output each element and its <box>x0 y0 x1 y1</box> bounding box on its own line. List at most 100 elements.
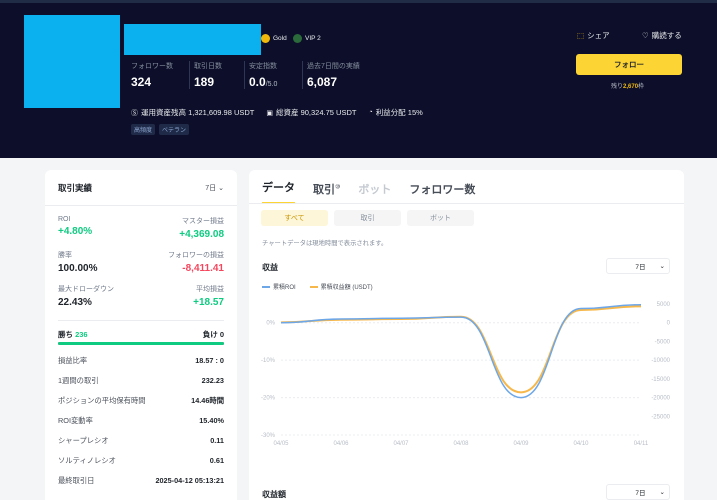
aum-text: 運用資産残高 1,321,609.98 USDT <box>141 108 255 117</box>
losses-label: 負け <box>202 330 218 339</box>
wins-label: 勝ち <box>58 330 73 339</box>
y-left-tick: -30% <box>261 433 276 439</box>
tab-bar: データ 取引⑩ ボット フォロワー数 <box>262 179 475 204</box>
performance-title: 取引実績 <box>58 182 93 193</box>
profit-share-text: 利益分配 15% <box>375 108 423 117</box>
stat-stability: 安定指数 0.0/5.0 <box>244 61 302 89</box>
x-tick: 04/08 <box>453 441 469 447</box>
chart-legend: 累積ROI 累積収益額 (USDT) <box>262 282 373 291</box>
stat-row: ポジションの平均保有時間 14.46時間 <box>58 396 224 406</box>
master-pnl-label: マスター損益 <box>182 218 224 225</box>
stat-row: 損益比率 18.57 : 0 <box>58 356 224 366</box>
stat-value-main: 0.0 <box>249 75 266 89</box>
x-tick: 04/07 <box>393 441 409 447</box>
stat-row: 1週間の取引 232.23 <box>58 376 224 386</box>
stat-value: 324 <box>131 75 152 89</box>
legend-roi-swatch <box>262 285 270 288</box>
heart-icon: ♡ <box>642 31 649 40</box>
profit-amount-period-select[interactable]: 7日 ⌄ <box>606 484 670 500</box>
tab-divider <box>249 203 684 204</box>
losses-value: 0 <box>219 330 224 339</box>
y-right-tick: 0 <box>667 321 671 327</box>
tag: 高頻度 <box>131 124 156 135</box>
subtab-trades[interactable]: 取引 <box>334 210 401 226</box>
tab-trades-label: 取引 <box>313 184 335 196</box>
stat-row: ROI変動率 15.40% <box>58 416 224 426</box>
roi-series-line <box>280 303 642 399</box>
share-button[interactable]: ⬚ シェア <box>577 30 610 41</box>
stat-label: 安定指数 <box>249 63 277 70</box>
win-loss-track <box>58 342 224 345</box>
vip-badge-label: VIP 2 <box>305 35 321 42</box>
y-right-tick: -10000 <box>651 358 670 364</box>
avatar <box>24 15 120 108</box>
win-loss-row: 勝ち 236 負け 0 <box>58 320 224 340</box>
tab-followers[interactable]: フォロワー数 <box>409 181 475 204</box>
stat-row-label: シャープレシオ <box>58 436 109 445</box>
subtab-all[interactable]: すべて <box>261 210 328 226</box>
dollar-icon: Ⓢ <box>131 109 138 117</box>
profit-title: 収益 <box>262 263 278 272</box>
aum: Ⓢ 運用資産残高 1,321,609.98 USDT <box>131 107 254 118</box>
stat-value-suffix: /5.0 <box>265 81 278 88</box>
tab-trades[interactable]: 取引⑩ <box>313 181 340 204</box>
subtab-bots[interactable]: ボット <box>407 210 474 226</box>
remaining-prefix: 残り <box>611 84 624 90</box>
profit-chart: 0% -10% -20% -30% 5000 0 -5000 -10000 -15000 -200… <box>261 302 671 447</box>
profile-header: Gold VIP 2 フォロワー数 324 取引日数 189 安定指数 0.0/… <box>0 0 717 158</box>
gold-badge-icon <box>261 34 270 43</box>
tab-trades-count: ⑩ <box>335 184 341 191</box>
profit-amount-title: 収益額 <box>262 490 286 499</box>
wins-value: 236 <box>75 330 88 339</box>
wallet-icon: ▣ <box>266 109 273 117</box>
roi-label: ROI <box>58 216 71 223</box>
x-tick: 04/11 <box>634 441 649 447</box>
vip-badge: VIP 2 <box>293 34 321 43</box>
profit-period-select[interactable]: 7日 ⌄ <box>606 258 670 274</box>
max-drawdown-label: 最大ドローダウン <box>58 286 114 293</box>
stat-row-label: ポジションの平均保有時間 <box>58 396 146 405</box>
gold-badge-label: Gold <box>273 35 287 42</box>
follower-pnl-label: フォロワーの損益 <box>168 252 224 259</box>
data-card: データ 取引⑩ ボット フォロワー数 すべて 取引 ボット チャートデータは現地… <box>249 170 684 500</box>
chevron-down-icon: ⌄ <box>659 489 665 496</box>
share-icon: ⬚ <box>577 31 585 40</box>
stat-row-label: ソルティノレシオ <box>58 456 116 465</box>
stat-row-value: 15.40% <box>199 416 224 425</box>
chevron-down-icon: ⌄ <box>218 184 224 192</box>
win-rate-value: 100.00% <box>58 263 98 274</box>
legend-roi-label: 累積ROI <box>273 285 296 291</box>
follow-button[interactable]: フォロー <box>576 54 682 75</box>
tag-list: 高頻度 ベテラン <box>131 124 190 135</box>
subtab-bar: すべて 取引 ボット <box>261 210 474 226</box>
gold-badge: Gold <box>261 34 287 43</box>
timezone-note: チャートデータは現地時間で表示されます。 <box>262 240 388 247</box>
stat-label: 取引日数 <box>194 63 222 70</box>
remaining-suffix: 枠 <box>638 84 645 90</box>
stat-label: フォロワー数 <box>131 63 173 70</box>
y-right-tick: 5000 <box>657 302 671 308</box>
stat-value: 0.0/5.0 <box>249 75 302 89</box>
y-left-tick: -10% <box>261 358 276 364</box>
tab-data[interactable]: データ <box>262 179 295 204</box>
stat-followers: フォロワー数 324 <box>131 61 189 89</box>
stat-label: 過去7日間の実績 <box>307 63 360 70</box>
total-assets: ▣ 総資産 90,324.75 USDT <box>266 107 356 118</box>
period-select[interactable]: 7日 ⌄ <box>205 183 224 193</box>
x-tick: 04/06 <box>333 441 349 447</box>
stat-row-value: 0.11 <box>210 436 224 445</box>
stat-row-value: 2025-04-12 05:13:21 <box>155 476 224 485</box>
drawdown-pair: 最大ドローダウン 22.43% 平均損益 +18.57 <box>58 284 224 308</box>
subscribe-button[interactable]: ♡ 購読する <box>642 30 682 41</box>
profit-share: ◔ 利益分配 15% <box>368 107 422 118</box>
legend-pnl-swatch <box>309 285 318 288</box>
x-tick: 04/10 <box>573 441 589 447</box>
stat-row-value: 14.46時間 <box>191 396 224 405</box>
profit-amount-period-value: 7日 <box>635 490 646 497</box>
share-label: シェア <box>587 31 610 40</box>
pie-icon: ◔ <box>368 109 373 116</box>
stat-row-value: 232.23 <box>201 376 224 385</box>
stat-row: ソルティノレシオ 0.61 <box>58 456 224 466</box>
win-rate-label: 勝率 <box>58 252 72 259</box>
tab-bots[interactable]: ボット <box>358 181 391 204</box>
